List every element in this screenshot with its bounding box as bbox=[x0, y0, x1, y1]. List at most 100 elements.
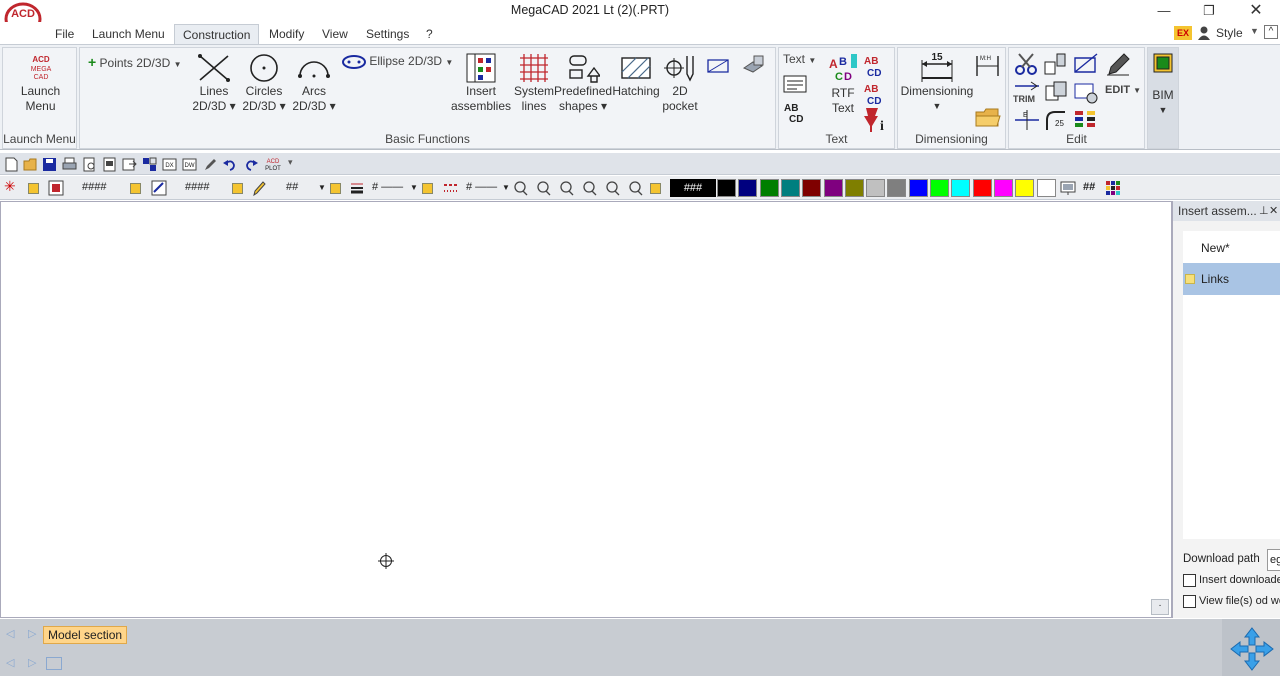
view-files-checkbox[interactable] bbox=[1183, 595, 1196, 608]
width-field[interactable]: # —— bbox=[372, 181, 403, 193]
tab-construction[interactable]: Construction bbox=[174, 24, 260, 44]
dimensioning-button[interactable]: 15 Dimensioning ▼ bbox=[900, 50, 974, 114]
hash-field[interactable]: ## bbox=[1083, 181, 1095, 193]
minimize-button[interactable]: — bbox=[1154, 2, 1174, 20]
save-icon[interactable] bbox=[42, 157, 57, 172]
lock-icon[interactable] bbox=[28, 183, 39, 194]
dxf-icon[interactable]: DX bbox=[162, 157, 177, 172]
brush-icon[interactable] bbox=[202, 157, 217, 172]
qat-customize-icon[interactable]: ▾ bbox=[288, 157, 293, 168]
copy-move-icon[interactable] bbox=[1043, 52, 1069, 76]
tab-file[interactable]: File bbox=[47, 24, 82, 44]
next-page-icon[interactable]: ▷ bbox=[28, 656, 36, 669]
print-icon[interactable] bbox=[62, 157, 77, 172]
prev-tab-icon[interactable]: ◁ bbox=[6, 627, 14, 640]
circles-button[interactable]: Circles 2D/3D ▾ bbox=[238, 52, 290, 114]
export-icon[interactable] bbox=[122, 157, 137, 172]
text-replace-icon[interactable]: ABCD bbox=[863, 80, 889, 106]
pin-icon[interactable]: ⊥ bbox=[1259, 201, 1269, 221]
layer-field[interactable]: #### bbox=[82, 181, 106, 193]
dimension-chain-icon[interactable]: M:H bbox=[974, 52, 1002, 78]
prev-page-icon[interactable]: ◁ bbox=[6, 656, 14, 669]
download-path-input[interactable]: ega bbox=[1267, 549, 1280, 571]
print-preview-icon[interactable] bbox=[82, 157, 97, 172]
list-view-icon[interactable] bbox=[46, 657, 62, 670]
model-section-tab[interactable]: Model section bbox=[43, 626, 128, 644]
color-swatch[interactable] bbox=[972, 179, 992, 197]
color-swatch[interactable] bbox=[908, 179, 928, 197]
ribbon-minimize-icon[interactable]: ^ bbox=[1264, 25, 1278, 39]
close-button[interactable]: ✕ bbox=[1246, 2, 1266, 20]
color-swatch[interactable] bbox=[951, 179, 971, 197]
next-tab-icon[interactable]: ▷ bbox=[28, 627, 36, 640]
tab-settings[interactable]: Settings bbox=[358, 24, 417, 44]
text-dropdown[interactable]: Text ▼ bbox=[783, 52, 816, 66]
redo-icon[interactable] bbox=[244, 157, 259, 172]
text-abcd-icon[interactable]: ABCD bbox=[783, 100, 807, 124]
color-swatch[interactable] bbox=[993, 179, 1013, 197]
text-paragraph-icon[interactable] bbox=[783, 74, 807, 94]
snap-icon[interactable]: ✳ bbox=[4, 178, 16, 195]
edit-dropdown[interactable]: EDIT ▼ bbox=[1105, 84, 1141, 96]
color-swatch[interactable] bbox=[887, 179, 907, 197]
tab-launch-menu[interactable]: Launch Menu bbox=[84, 24, 173, 44]
tab-view[interactable]: View bbox=[314, 24, 356, 44]
color-swatch[interactable] bbox=[1015, 179, 1035, 197]
ellipse-button[interactable]: Ellipse 2D/3D ▼ bbox=[342, 54, 453, 69]
layer-color-icon[interactable] bbox=[1073, 108, 1099, 132]
color-swatch[interactable] bbox=[930, 179, 949, 197]
line-type-icon[interactable] bbox=[443, 181, 459, 195]
bim-button[interactable]: BIM ▼ bbox=[1148, 52, 1178, 118]
list-item-new[interactable]: New* bbox=[1201, 241, 1230, 255]
pen-edit-icon[interactable] bbox=[1105, 52, 1131, 76]
color-swatch[interactable] bbox=[802, 179, 822, 197]
monitor-icon[interactable] bbox=[1060, 180, 1076, 196]
open-folder-icon[interactable] bbox=[23, 157, 38, 172]
restore-button[interactable]: ❐ bbox=[1199, 2, 1219, 20]
2d-pocket-button[interactable]: 2D pocket bbox=[658, 52, 702, 114]
group-icon[interactable] bbox=[151, 180, 167, 196]
launch-menu-button[interactable]: ACD MEGA CAD Launch Menu bbox=[13, 52, 68, 114]
dwg-icon[interactable]: DW bbox=[182, 157, 197, 172]
lock-icon-6[interactable] bbox=[650, 183, 661, 194]
panel-close-icon[interactable]: ✕ bbox=[1269, 201, 1278, 221]
text-edit-icon[interactable]: ABCD bbox=[863, 52, 889, 78]
insert-download-checkbox[interactable] bbox=[1183, 574, 1196, 587]
system-lines-button[interactable]: System lines bbox=[512, 52, 556, 114]
predefined-shapes-button[interactable]: Predefined shapes ▾ bbox=[554, 52, 612, 114]
new-file-icon[interactable] bbox=[4, 157, 19, 172]
tab-modify[interactable]: Modify bbox=[261, 24, 312, 44]
style-menu[interactable]: EX Style ▼ ^ bbox=[1170, 22, 1280, 44]
lock-icon-5[interactable] bbox=[422, 183, 433, 194]
edit-properties-icon[interactable] bbox=[1073, 80, 1099, 104]
exp-icon[interactable]: EX bbox=[1174, 26, 1192, 40]
color-swatch[interactable] bbox=[717, 179, 736, 197]
stretch-icon[interactable] bbox=[1043, 80, 1069, 104]
hatching-button[interactable]: Hatching bbox=[610, 52, 662, 99]
points-button[interactable]: + Points 2D/3D ▼ bbox=[88, 54, 182, 70]
cut-icon[interactable] bbox=[1013, 52, 1039, 76]
projection-icon[interactable] bbox=[705, 54, 731, 76]
layer-icon[interactable] bbox=[48, 180, 64, 196]
width-dropdown-icon[interactable]: ▼ bbox=[410, 183, 418, 192]
canvas-corner-button[interactable]: · bbox=[1151, 599, 1169, 615]
text-info-icon[interactable]: i bbox=[863, 106, 889, 134]
linetype-dropdown-icon[interactable]: ▼ bbox=[502, 183, 510, 192]
extend-icon[interactable]: E bbox=[1013, 108, 1041, 132]
color-swatch[interactable] bbox=[738, 179, 758, 197]
line-width-icon[interactable] bbox=[350, 181, 364, 195]
color-swatch[interactable] bbox=[759, 179, 779, 197]
pencil-icon[interactable] bbox=[252, 180, 266, 196]
import-icon[interactable] bbox=[142, 157, 157, 172]
navigation-control[interactable] bbox=[1222, 619, 1280, 676]
group-field[interactable]: #### bbox=[185, 181, 209, 193]
delete-element-icon[interactable] bbox=[1073, 52, 1099, 76]
undo-icon[interactable] bbox=[222, 157, 237, 172]
page-setup-icon[interactable] bbox=[102, 157, 117, 172]
plot-icon[interactable]: ACDPLOT bbox=[264, 157, 282, 172]
tab-help[interactable]: ? bbox=[418, 24, 441, 44]
arcs-button[interactable]: Arcs 2D/3D ▾ bbox=[288, 52, 340, 114]
color-field[interactable]: ### bbox=[670, 179, 716, 197]
color-grid-icon[interactable] bbox=[1105, 180, 1121, 196]
color-swatch[interactable] bbox=[844, 179, 864, 197]
